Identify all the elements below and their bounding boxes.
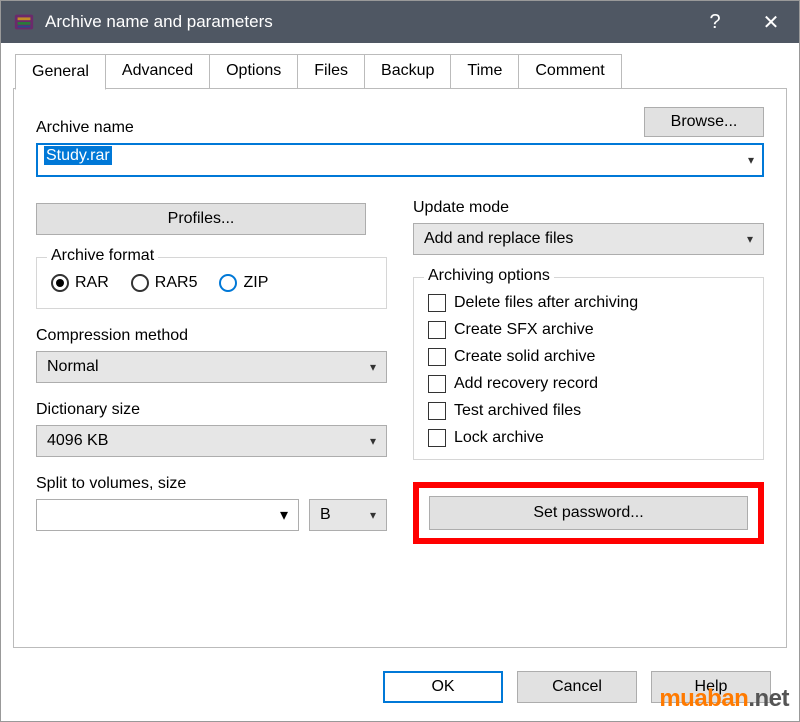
set-password-highlight: Set password... (413, 482, 764, 544)
checkbox-icon (428, 348, 446, 366)
archive-name-value: Study.rar (44, 146, 112, 165)
option-create-sfx-archive[interactable]: Create SFX archive (428, 321, 749, 339)
split-size-combo[interactable]: ▾ (36, 499, 299, 531)
dictionary-label: Dictionary size (36, 401, 387, 419)
archive-name-combo[interactable]: Study.rar ▾ (36, 143, 764, 177)
tab-time[interactable]: Time (450, 54, 519, 89)
tab-options[interactable]: Options (209, 54, 298, 89)
tab-general-page: Archive name Browse... Study.rar ▾ Profi… (13, 88, 787, 648)
left-column: Profiles... Archive format RAR RAR5 ZIP Co… (36, 199, 387, 544)
checkbox-label: Add recovery record (454, 375, 598, 393)
tab-advanced[interactable]: Advanced (105, 54, 210, 89)
split-unit-select[interactable]: B ▾ (309, 499, 387, 531)
option-test-archived-files[interactable]: Test archived files (428, 402, 749, 420)
update-mode-label: Update mode (413, 199, 764, 217)
chevron-down-icon: ▾ (747, 232, 753, 246)
dialog-content: GeneralAdvancedOptionsFilesBackupTimeCom… (1, 43, 799, 648)
tabstrip: GeneralAdvancedOptionsFilesBackupTimeCom… (13, 53, 787, 89)
checkbox-icon (428, 375, 446, 393)
chevron-down-icon: ▾ (370, 434, 376, 448)
option-delete-files-after-archiving[interactable]: Delete files after archiving (428, 294, 749, 312)
profiles-button[interactable]: Profiles... (36, 203, 366, 235)
compression-select[interactable]: Normal ▾ (36, 351, 387, 383)
option-lock-archive[interactable]: Lock archive (428, 429, 749, 447)
cancel-button[interactable]: Cancel (517, 671, 637, 703)
ok-button[interactable]: OK (383, 671, 503, 703)
radio-icon (131, 274, 149, 292)
watermark: muaban.net (659, 685, 789, 713)
right-column: Update mode Add and replace files ▾ Arch… (413, 199, 764, 544)
radio-icon (219, 274, 237, 292)
archive-format-group: Archive format RARRAR5ZIP (36, 257, 387, 309)
tab-general[interactable]: General (15, 54, 106, 90)
split-label: Split to volumes, size (36, 475, 387, 493)
option-create-solid-archive[interactable]: Create solid archive (428, 348, 749, 366)
radio-label: ZIP (243, 274, 268, 292)
checkbox-label: Lock archive (454, 429, 544, 447)
winrar-icon (13, 11, 35, 33)
chevron-down-icon: ▾ (370, 508, 376, 522)
radio-label: RAR (75, 274, 109, 292)
format-radio-rar5[interactable]: RAR5 (131, 274, 198, 292)
radio-label: RAR5 (155, 274, 198, 292)
update-mode-value: Add and replace files (424, 230, 573, 248)
checkbox-label: Test archived files (454, 402, 581, 420)
update-mode-select[interactable]: Add and replace files ▾ (413, 223, 764, 255)
format-radio-zip[interactable]: ZIP (219, 274, 268, 292)
radio-icon (51, 274, 69, 292)
titlebar: Archive name and parameters ? ✕ (1, 1, 799, 43)
archive-dialog: Archive name and parameters ? ✕ GeneralA… (0, 0, 800, 722)
archiving-options-group: Archiving options Delete files after arc… (413, 277, 764, 460)
checkbox-icon (428, 321, 446, 339)
set-password-button[interactable]: Set password... (429, 496, 748, 530)
window-title: Archive name and parameters (45, 12, 687, 32)
checkbox-icon (428, 294, 446, 312)
archiving-options-legend: Archiving options (424, 267, 554, 285)
checkbox-label: Create solid archive (454, 348, 595, 366)
checkbox-icon (428, 402, 446, 420)
help-button[interactable]: ? (687, 1, 743, 43)
dictionary-value: 4096 KB (47, 432, 108, 450)
close-button[interactable]: ✕ (743, 1, 799, 43)
tab-backup[interactable]: Backup (364, 54, 451, 89)
tab-files[interactable]: Files (297, 54, 365, 89)
option-add-recovery-record[interactable]: Add recovery record (428, 375, 749, 393)
compression-value: Normal (47, 358, 99, 376)
chevron-down-icon: ▾ (370, 360, 376, 374)
archive-name-label: Archive name (36, 119, 134, 137)
format-radio-rar[interactable]: RAR (51, 274, 109, 292)
browse-button[interactable]: Browse... (644, 107, 764, 137)
compression-label: Compression method (36, 327, 387, 345)
split-unit-value: B (320, 506, 331, 524)
dictionary-select[interactable]: 4096 KB ▾ (36, 425, 387, 457)
checkbox-icon (428, 429, 446, 447)
checkbox-label: Create SFX archive (454, 321, 594, 339)
checkbox-label: Delete files after archiving (454, 294, 638, 312)
tab-comment[interactable]: Comment (518, 54, 621, 89)
archive-format-legend: Archive format (47, 247, 158, 265)
chevron-down-icon: ▾ (280, 505, 288, 525)
